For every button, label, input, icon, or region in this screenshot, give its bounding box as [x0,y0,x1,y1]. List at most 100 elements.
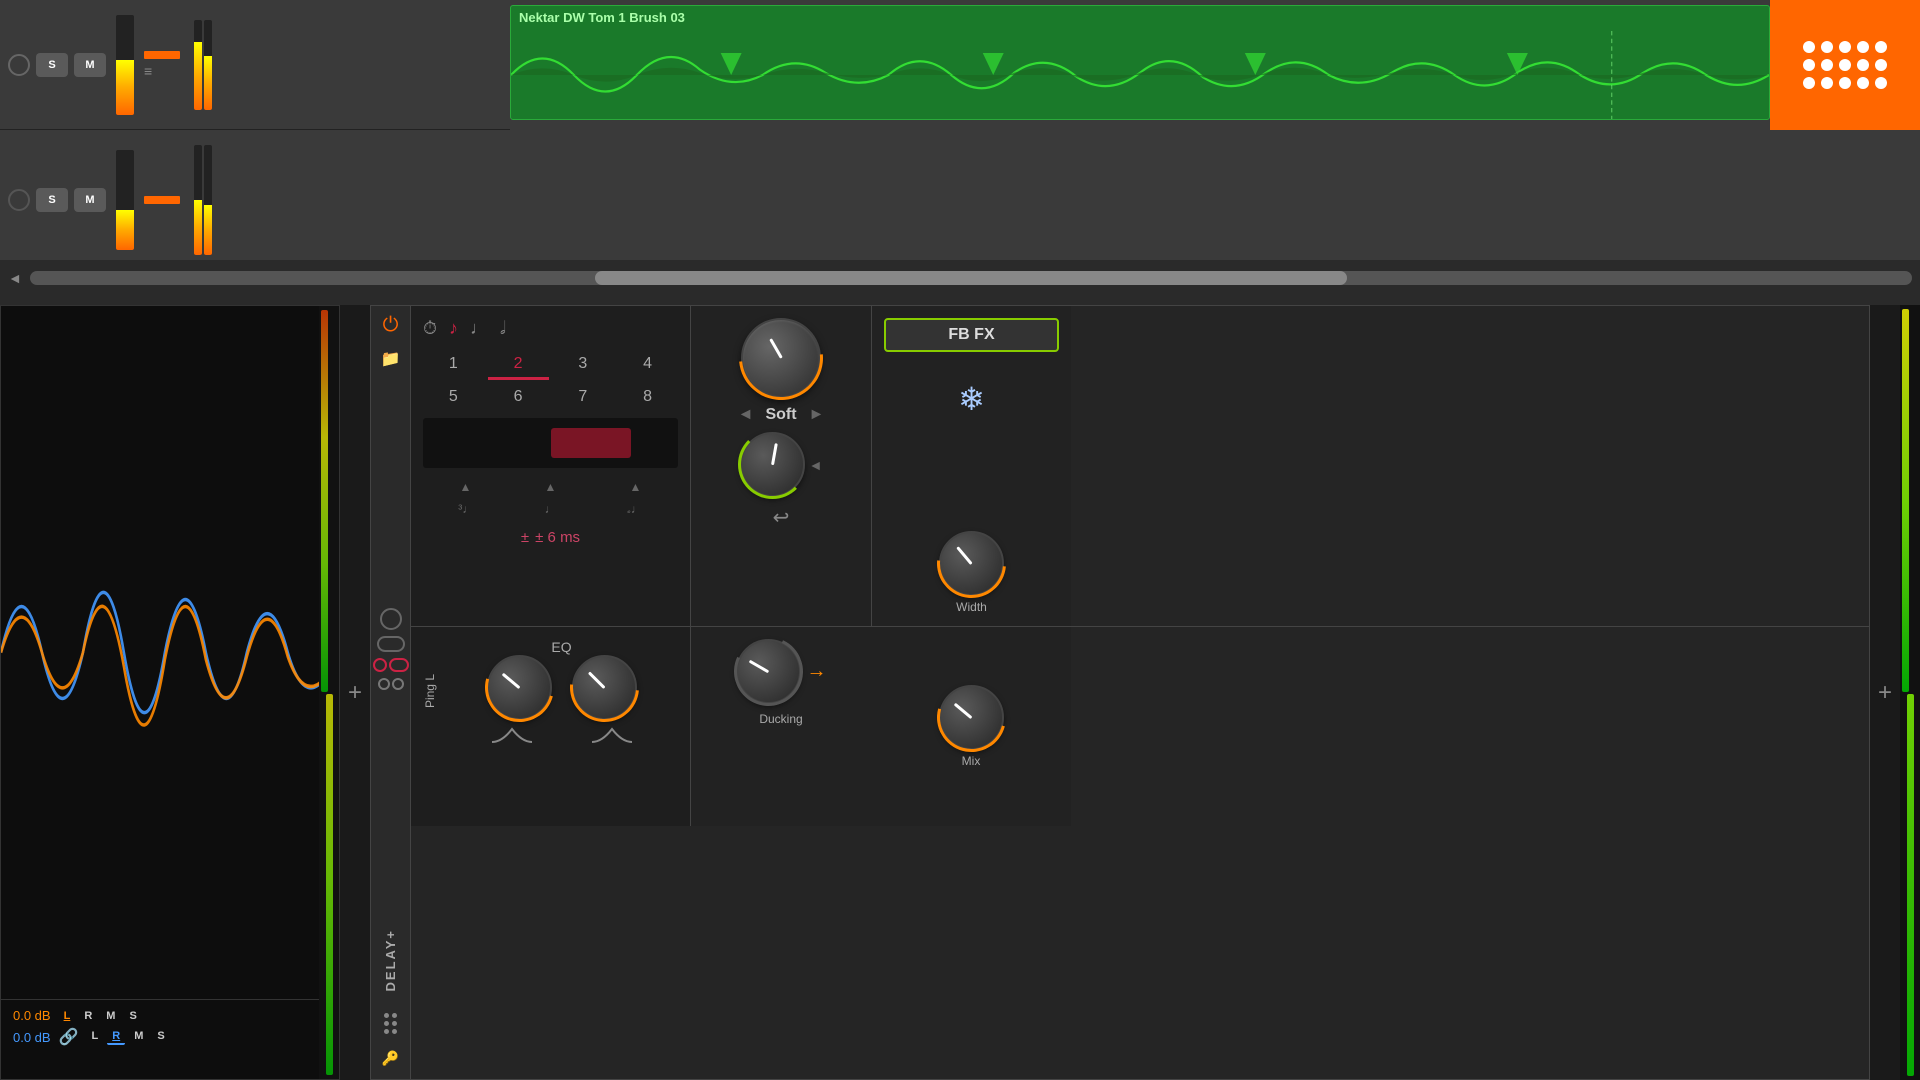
time-number-grid: 1 2 3 4 5 6 7 8 [423,351,678,410]
plugin-area: 0.0 dB L R M S 0.0 dB 🔗 L R M S [0,305,1920,1080]
add-button-right[interactable]: + [1870,305,1900,1080]
key-icon[interactable]: 🔑 [382,1050,399,1067]
delay-bar-fill [551,428,631,458]
bitwig-logo[interactable] [1770,0,1920,130]
ch-btn-L-blue[interactable]: L [87,1029,104,1045]
triplet-icon: ³♩ [458,502,474,517]
ping-label: Ping L [423,674,437,708]
character-knob[interactable] [741,318,821,398]
soft-nav-right[interactable]: ► [809,406,825,424]
ch-btn-S-orange[interactable]: S [124,1009,141,1023]
level-meter-1a [194,20,202,110]
level-meter-2b [204,145,212,255]
time-num-1[interactable]: 1 [423,351,484,380]
time-num-2[interactable]: 2 [488,351,549,380]
side-small-circles [378,678,404,690]
quarter-note-icon[interactable]: ♩ [470,318,488,339]
character-knob-container [741,318,821,398]
eq-knob-1[interactable] [487,655,552,720]
ch-btn-R-blue[interactable]: R [107,1029,125,1045]
delay-ms-display: ± ± 6 ms [423,529,678,546]
eq-header-row: Ping L EQ [423,639,678,744]
eq-curve-2 [592,724,632,744]
ch-btn-L-orange[interactable]: L [59,1009,76,1023]
side-circle-1[interactable] [380,608,402,630]
track-row-2: S M [0,130,510,270]
eq-curve-1 [492,724,532,744]
waveform-area [511,31,1769,119]
track-mute-btn-1[interactable]: M [74,53,106,77]
channel-btns-orange: L R M S [59,1009,142,1023]
ducking-knob-container [736,639,801,704]
fbfx-section: FB FX ❄ Width [871,306,1071,626]
ducking-row: → [736,639,827,704]
right-meter-left [1902,309,1909,692]
delay-bar[interactable] [423,418,678,468]
bar-arrow-3: ▲ [630,480,642,494]
eq-knobs [445,655,678,720]
delay-bar-arrows: ▲ ▲ ▲ [423,480,678,494]
track-mute-btn-2[interactable]: M [74,188,106,212]
time-num-4[interactable]: 4 [617,351,678,380]
scrollbar-thumb[interactable] [595,271,1348,285]
eighth-note-red-icon[interactable]: ♪ [449,318,458,339]
half-note-icon[interactable]: 𝅗𝅥 [500,318,506,339]
menu-icon-1[interactable]: ≡ [144,63,180,79]
sidebar-dots-grid[interactable] [384,1013,397,1034]
feedback-trim-icon[interactable]: ◄ [809,457,823,473]
side-oval-1[interactable] [377,636,405,652]
character-section: ◄ Soft ► ◄ ↩ [691,306,871,626]
folder-icon[interactable]: 📁 [381,349,401,369]
ch-btn-S-blue[interactable]: S [152,1029,169,1045]
time-num-5[interactable]: 5 [423,384,484,410]
side-sm-circle-1[interactable] [378,678,390,690]
ch-btn-R-orange[interactable]: R [79,1009,97,1023]
audio-clip-1[interactable]: Nektar DW Tom 1 Brush 03 [510,5,1770,120]
mix-knob[interactable] [939,685,1004,750]
ch-btn-M-blue[interactable]: M [129,1029,148,1045]
horizontal-scrollbar[interactable] [30,271,1912,285]
width-knob[interactable] [939,531,1004,596]
side-sm-circle-2[interactable] [392,678,404,690]
waveform-canvas [1,306,339,999]
time-num-6[interactable]: 6 [488,384,549,410]
ducking-knob[interactable] [736,639,801,704]
scroll-left-arrow[interactable]: ◄ [8,270,22,286]
arrow-right-icon: → [807,660,827,683]
track-record-btn-1[interactable] [8,54,30,76]
track-row-1: S M ≡ [0,0,510,130]
side-circle-red-1[interactable] [373,658,387,672]
db-row-orange: 0.0 dB L R M S [13,1008,327,1023]
beat-note-1: ♩ [545,502,557,517]
track-solo-btn-1[interactable]: S [36,53,68,77]
ch-btn-M-orange[interactable]: M [101,1009,120,1023]
fbfx-title[interactable]: FB FX [884,318,1059,352]
feedback-knob[interactable] [740,432,805,497]
eq-curves [445,724,678,744]
track-record-btn-2[interactable] [8,189,30,211]
time-num-8[interactable]: 8 [617,384,678,410]
eq-section: Ping L EQ [411,627,691,826]
width-label: Width [956,600,987,614]
eq-knob-2[interactable] [572,655,637,720]
ducking-label: Ducking [759,712,802,726]
eq-knob-1-container [487,655,552,720]
track-solo-btn-2[interactable]: S [36,188,68,212]
feedback-knob-row: ◄ [740,432,823,497]
time-num-3[interactable]: 3 [553,351,614,380]
clock-icon[interactable]: ⏱ [423,318,437,339]
freeze-icon[interactable]: ❄ [884,380,1059,418]
soft-nav-left[interactable]: ◄ [738,406,754,424]
right-meter-right [1907,694,1914,1077]
add-button-left[interactable]: + [340,305,370,1080]
loop-back-icon[interactable]: ↩ [773,505,790,530]
power-icon[interactable]: ⏻ [383,314,399,337]
channel-btns-blue: L R M S [87,1029,170,1045]
bar-arrow-1: ▲ [460,480,472,494]
delay-main-content: ⏱ ♪ ♩ 𝅗𝅥 1 2 3 4 5 6 7 8 [411,306,1869,1079]
scroll-area: ◄ [0,260,1920,295]
side-circle-red-2[interactable] [389,658,409,672]
time-num-7[interactable]: 7 [553,384,614,410]
link-icon[interactable]: 🔗 [59,1027,79,1047]
track-controls: S M ≡ S M [0,0,510,280]
